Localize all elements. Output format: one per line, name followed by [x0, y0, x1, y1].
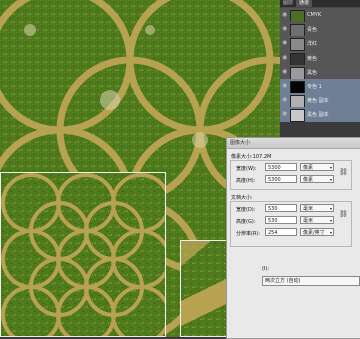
- chain-link-icon: ⛓: [339, 210, 348, 218]
- tab-channels[interactable]: 通道: [296, 0, 313, 7]
- eye-icon[interactable]: ◉: [282, 40, 288, 46]
- channel-thumbnail: [290, 109, 305, 123]
- resample-method-select[interactable]: 两次立方 (自动): [262, 276, 360, 286]
- channel-thumbnail: [290, 66, 305, 80]
- eye-icon[interactable]: ◉: [282, 12, 288, 18]
- dialog-title: 图像大小: [227, 138, 360, 149]
- pixel-height-input[interactable]: 5300: [265, 175, 297, 183]
- panel-tabs: 图层 通道: [280, 0, 360, 7]
- eye-icon[interactable]: ◉: [282, 83, 288, 89]
- tab-layers[interactable]: 图层: [280, 0, 296, 7]
- pixel-height-label: 高度(H):: [236, 178, 256, 184]
- image-size-dialog: 图像大小 像素大小:107.2M 宽度(W): 5300 像素 ▾ 高度(H): …: [226, 137, 360, 339]
- channel-label: 青色: [307, 27, 318, 34]
- pixel-width-unit-select[interactable]: 像素 ▾: [300, 163, 334, 171]
- channel-thumbnail: [290, 52, 305, 66]
- chevron-down-icon: ▾: [329, 230, 332, 235]
- resolution-input[interactable]: 254: [265, 228, 297, 236]
- channels-panel: 图层 通道 ◉ CMYK ◉ 青色 ◉ 洋红 ◉ 黄色 ◉ 黑色 ◉ 专色 1 ◉ 黄色 副本 ◉ 黑色 副本: [280, 0, 360, 124]
- channel-label: 专色 1: [307, 84, 322, 90]
- resolution-unit: 像素/英寸: [303, 230, 325, 236]
- pixel-width-input[interactable]: 5300: [265, 163, 297, 171]
- chevron-down-icon: ▾: [329, 218, 332, 223]
- doc-height-label: 高度(G):: [236, 219, 256, 225]
- zoom-preview-large: [0, 172, 166, 337]
- resample-method-value: 两次立方 (自动): [265, 278, 301, 284]
- eye-icon[interactable]: ◉: [282, 111, 288, 117]
- pixel-dimensions-label: 像素大小:107.2M: [231, 154, 272, 160]
- preview-pattern: [1, 173, 165, 336]
- document-size-label: 文档大小:: [231, 195, 253, 201]
- pixel-width-unit: 像素: [303, 165, 314, 171]
- pixel-height-unit: 像素: [303, 177, 314, 183]
- eye-icon[interactable]: ◉: [282, 26, 288, 32]
- channel-thumbnail: [290, 38, 305, 52]
- doc-height-unit: 毫米: [303, 218, 314, 224]
- chevron-down-icon: ▾: [329, 165, 332, 170]
- eye-icon[interactable]: ◉: [282, 97, 288, 103]
- chain-link-icon: ⛓: [339, 168, 348, 176]
- eye-icon[interactable]: ◉: [282, 54, 288, 61]
- channel-thumbnail: [290, 24, 305, 38]
- channel-label: 黄色: [307, 55, 318, 62]
- pixel-width-label: 宽度(W):: [236, 166, 257, 172]
- channel-label: 洋红: [307, 41, 318, 48]
- pixel-height-unit-select[interactable]: 像素 ▾: [300, 175, 334, 183]
- doc-height-input[interactable]: 530: [265, 216, 297, 224]
- channel-thumbnail: [290, 81, 305, 94]
- chevron-down-icon: ▾: [329, 206, 332, 211]
- channel-thumbnail: [290, 95, 305, 109]
- doc-width-input[interactable]: 530: [265, 204, 297, 212]
- resolution-label: 分辨率(R):: [236, 231, 261, 237]
- doc-width-unit-select[interactable]: 毫米 ▾: [300, 204, 334, 212]
- doc-height-unit-select[interactable]: 毫米 ▾: [300, 216, 334, 224]
- channel-row[interactable]: ◉ 黑色 副本: [280, 107, 360, 124]
- channel-thumbnail: [290, 10, 305, 23]
- channel-label: 黄色 副本: [307, 98, 329, 105]
- doc-width-label: 宽度(D):: [236, 207, 256, 213]
- channel-label: 黑色: [307, 69, 318, 76]
- channel-label: CMYK: [307, 12, 322, 18]
- channel-label: 黑色 副本: [307, 112, 329, 119]
- eye-icon[interactable]: ◉: [282, 68, 288, 75]
- doc-width-unit: 毫米: [303, 206, 314, 212]
- resolution-unit-select[interactable]: 像素/英寸 ▾: [300, 228, 334, 236]
- chevron-down-icon: ▾: [329, 177, 332, 182]
- resample-label: (I):: [262, 266, 270, 272]
